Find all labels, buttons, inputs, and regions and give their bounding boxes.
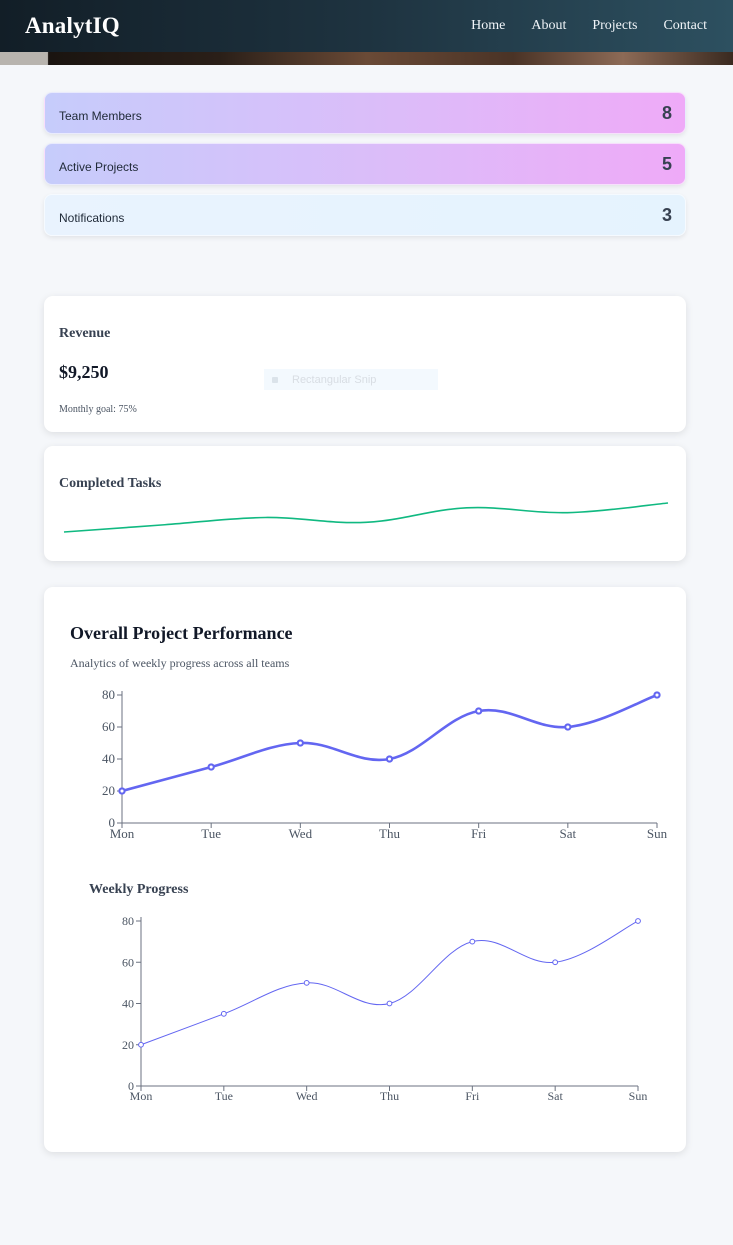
performance-card: Overall Project Performance Analytics of… <box>44 587 686 1152</box>
y-tick-label: 40 <box>102 751 115 766</box>
hero-image-strip <box>0 52 733 65</box>
x-tick-label: Sun <box>647 826 668 841</box>
completed-tasks-card: Completed Tasks <box>44 446 686 561</box>
data-point[interactable] <box>552 959 559 966</box>
stat-label: Notifications <box>59 211 125 225</box>
nav-link-home[interactable]: Home <box>471 18 505 34</box>
series-line <box>121 693 658 793</box>
stat-card-active-projects: Active Projects 5 <box>44 143 686 185</box>
snip-label: Rectangular Snip <box>292 373 377 386</box>
data-point[interactable] <box>138 1041 144 1048</box>
performance-subtitle: Analytics of weekly progress across all … <box>70 656 290 670</box>
data-point[interactable] <box>564 723 572 731</box>
sparkline-path <box>63 502 669 533</box>
x-tick-label: Sun <box>629 1089 648 1103</box>
x-tick-label: Thu <box>380 1089 399 1103</box>
data-point[interactable] <box>207 763 215 771</box>
x-tick-label: Fri <box>465 1089 480 1103</box>
data-point[interactable] <box>469 938 476 945</box>
data-point[interactable] <box>385 755 394 763</box>
nav-link-contact[interactable]: Contact <box>663 18 707 34</box>
stat-value: 5 <box>661 153 672 174</box>
x-tick-label: Thu <box>379 826 400 841</box>
y-tick-label: 20 <box>122 1038 134 1052</box>
nav-links: Home About Projects Contact <box>471 18 707 34</box>
revenue-goal: Monthly goal: 75% <box>59 404 137 415</box>
data-point[interactable] <box>475 707 483 715</box>
y-tick-label: 80 <box>102 687 115 702</box>
y-tick-label: 80 <box>122 914 134 928</box>
data-point[interactable] <box>386 1000 393 1007</box>
x-tick-label: Wed <box>296 1089 318 1103</box>
x-tick-label: Sat <box>560 826 577 841</box>
data-point[interactable] <box>296 739 304 747</box>
revenue-card: Revenue $9,250 Monthly goal: 75% Rectang… <box>44 296 686 432</box>
stat-label: Active Projects <box>59 160 139 174</box>
x-tick-label: Tue <box>201 826 221 841</box>
performance-title: Overall Project Performance <box>70 623 293 643</box>
x-tick-label: Wed <box>289 826 313 841</box>
x-tick-label: Mon <box>130 1089 153 1103</box>
x-tick-label: Mon <box>110 826 135 841</box>
data-point[interactable] <box>653 691 661 699</box>
nav-link-about[interactable]: About <box>531 18 566 34</box>
y-tick-label: 20 <box>102 783 115 798</box>
data-point[interactable] <box>220 1010 227 1017</box>
stat-card-team-members: Team Members 8 <box>44 92 686 134</box>
nav-link-projects[interactable]: Projects <box>592 18 637 34</box>
snip-icon <box>272 376 278 383</box>
x-tick-label: Tue <box>215 1089 233 1103</box>
series-line <box>140 920 639 1046</box>
stat-value: 3 <box>661 204 672 225</box>
stat-value: 8 <box>661 102 672 123</box>
revenue-value: $9,250 <box>59 362 109 382</box>
weekly-progress-title: Weekly Progress <box>89 882 189 897</box>
weekly-progress-line-chart: 020406080Mon Tue Wed Thu Fri Sat Sun <box>122 914 648 1103</box>
data-point[interactable] <box>118 787 126 795</box>
x-tick-label: Sat <box>547 1089 563 1103</box>
y-tick-label: 60 <box>122 955 134 969</box>
data-point[interactable] <box>303 979 310 986</box>
stat-card-notifications: Notifications 3 <box>44 194 686 236</box>
top-navbar: AnalytIQ Home About Projects Contact <box>0 0 733 52</box>
brand-logo[interactable]: AnalytIQ <box>25 13 120 39</box>
x-tick-label: Fri <box>471 826 487 841</box>
rectangular-snip-overlay: Rectangular Snip <box>264 369 438 390</box>
y-tick-label: 60 <box>102 719 115 734</box>
revenue-title: Revenue <box>59 326 111 341</box>
data-point[interactable] <box>635 918 641 924</box>
completed-tasks-sparkline <box>63 502 669 533</box>
y-tick-label: 40 <box>122 997 134 1011</box>
stat-label: Team Members <box>59 109 142 123</box>
